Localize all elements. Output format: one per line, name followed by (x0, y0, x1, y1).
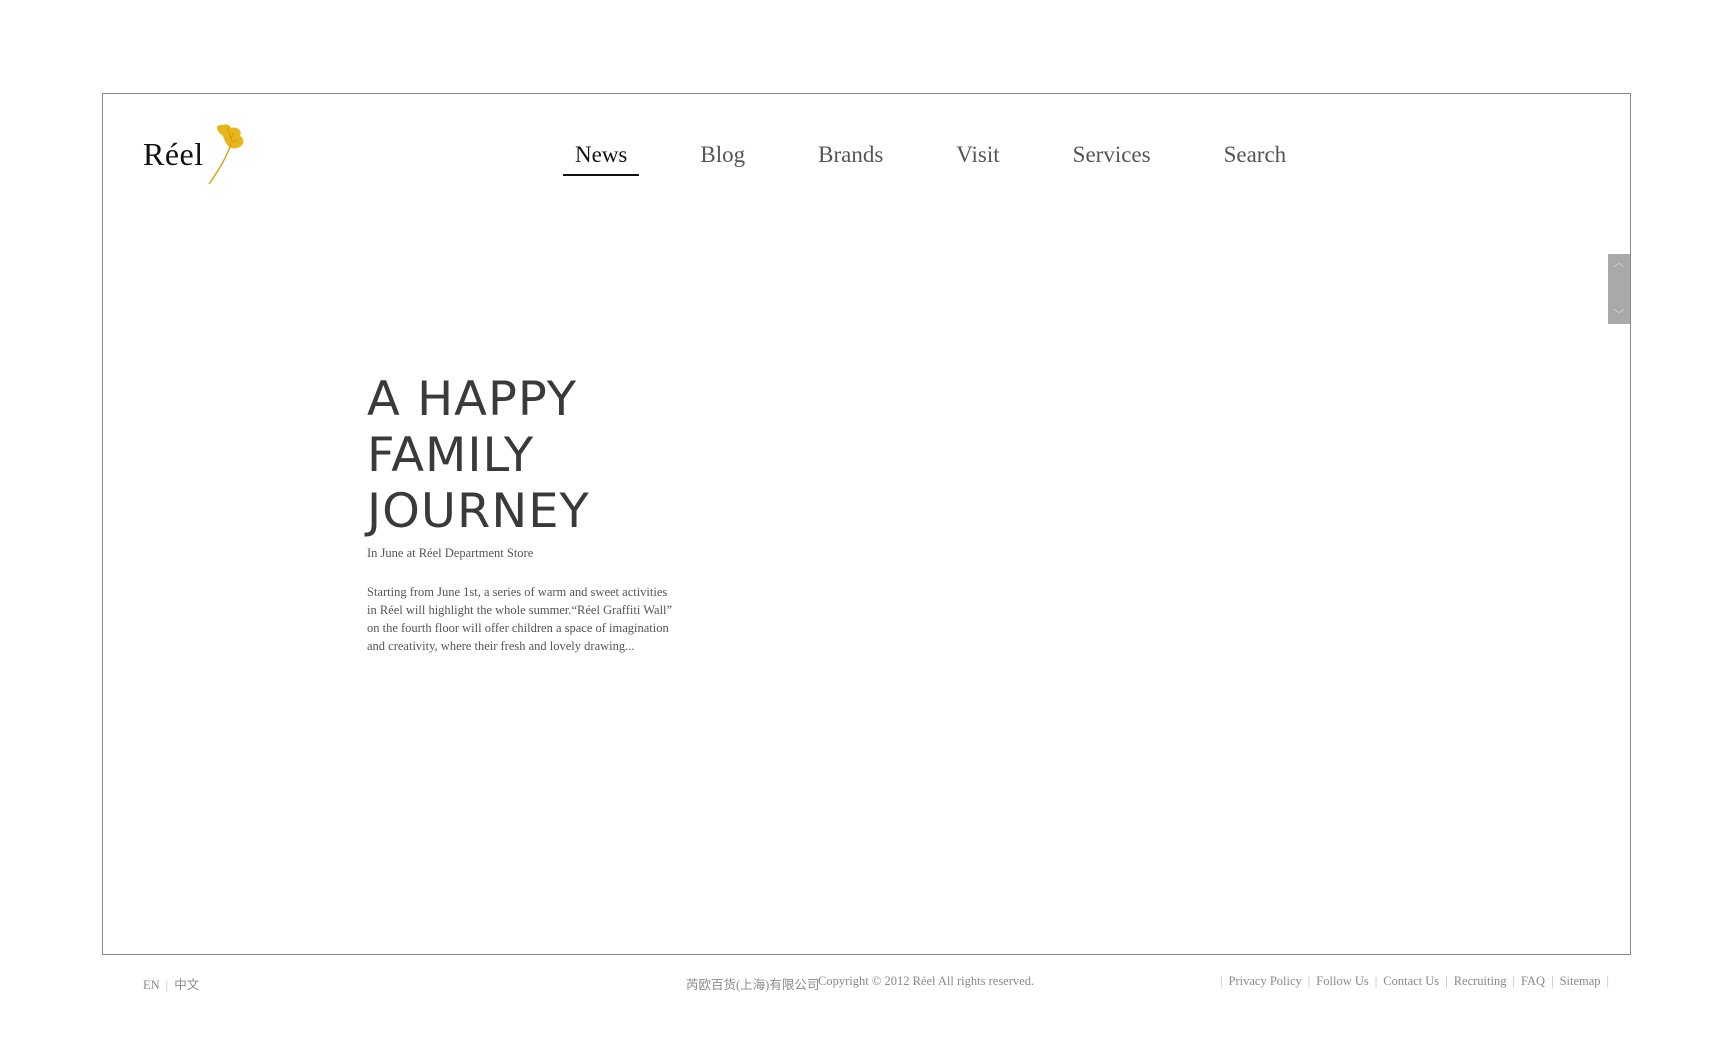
separator: | (1445, 974, 1448, 988)
separator: | (1512, 974, 1515, 988)
language-switch: EN | 中文 (143, 974, 199, 993)
nav-visit[interactable]: Visit (944, 142, 1011, 174)
body-line: and creativity, where their fresh and lo… (367, 639, 635, 653)
link-faq[interactable]: FAQ (1521, 974, 1545, 988)
link-contact-us[interactable]: Contact Us (1383, 974, 1439, 988)
main-frame: Réel News Blog Brands Visit Services Sea… (102, 93, 1631, 955)
lang-en[interactable]: EN (143, 978, 160, 992)
lang-zh[interactable]: 中文 (174, 978, 199, 992)
article-headline[interactable]: A HAPPY FAMILY JOURNEY (367, 372, 683, 540)
nav-brands[interactable]: Brands (806, 142, 895, 174)
separator: | (1606, 974, 1610, 988)
headline-line: FAMILY (367, 428, 535, 483)
main-nav: News Blog Brands Visit Services Search (563, 142, 1299, 176)
copyright: Copyright © 2012 Réel All rights reserve… (818, 974, 1035, 988)
link-privacy-policy[interactable]: Privacy Policy (1229, 974, 1302, 988)
separator: | (1220, 974, 1223, 988)
article-body: Starting from June 1st, a series of warm… (367, 583, 677, 655)
news-article: A HAPPY FAMILY JOURNEY In June at Réel D… (367, 372, 677, 655)
separator: | (1551, 974, 1554, 988)
footer-links: | Privacy Policy | Follow Us | Contact Us | Rec… (1214, 974, 1615, 989)
footer: EN | 中文 芮欧百货(上海)有限公司 Copyright © 2012 Réel… (0, 974, 1722, 994)
body-line: Starting from June 1st, a series of warm… (367, 585, 668, 599)
nav-news[interactable]: News (563, 142, 640, 176)
nav-services[interactable]: Services (1061, 142, 1163, 174)
scroll-control[interactable]: ︿ ﹀ (1608, 254, 1630, 324)
headline-line: JOURNEY (367, 484, 590, 539)
nav-blog[interactable]: Blog (688, 142, 757, 174)
logo-text: Réel (143, 136, 204, 172)
nav-search[interactable]: Search (1212, 142, 1299, 174)
headline-line: A HAPPY (367, 372, 578, 427)
body-line: on the fourth floor will offer children … (367, 621, 669, 635)
article-subtitle: In June at Réel Department Store (367, 546, 534, 560)
ginkgo-leaf-icon (208, 124, 244, 185)
separator: | (165, 978, 169, 992)
separator: | (1374, 974, 1378, 988)
logo[interactable]: Réel (143, 124, 253, 188)
link-sitemap[interactable]: Sitemap (1560, 974, 1601, 988)
chevron-up-icon[interactable]: ︿ (1612, 256, 1626, 270)
company-name: 芮欧百货(上海)有限公司 (686, 978, 820, 992)
link-follow-us[interactable]: Follow Us (1316, 974, 1368, 988)
link-recruiting[interactable]: Recruiting (1454, 974, 1507, 988)
chevron-down-icon[interactable]: ﹀ (1612, 308, 1626, 322)
body-line: in Réel will highlight the whole summer.… (367, 603, 673, 617)
separator: | (1307, 974, 1311, 988)
